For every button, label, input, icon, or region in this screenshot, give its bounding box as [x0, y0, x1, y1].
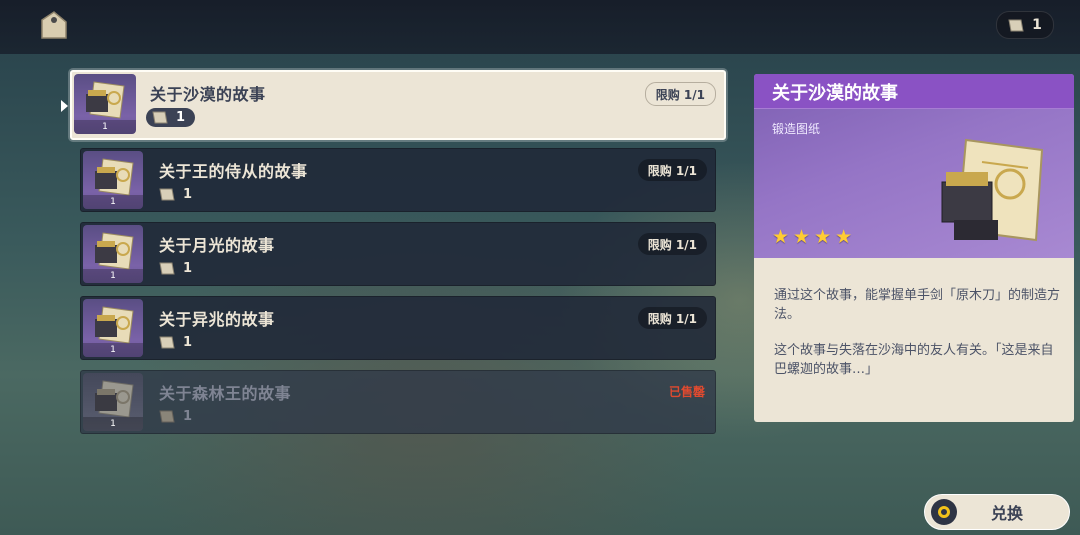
blueprint-icon — [941, 138, 1044, 242]
blueprint-icon — [95, 306, 134, 344]
item-thumbnail: 1 — [83, 151, 143, 209]
detail-title-bar: 关于沙漠的故事 — [754, 74, 1074, 109]
item-thumbnail: 1 — [83, 299, 143, 357]
item-quantity: 1 — [83, 343, 143, 357]
list-item[interactable]: 1 关于异兆的故事 1 限购 1/1 — [80, 296, 716, 360]
item-title: 关于王的侍从的故事 — [159, 162, 308, 181]
item-quantity: 1 — [74, 120, 136, 134]
paper-scroll-icon — [159, 188, 175, 201]
tag-icon — [41, 11, 67, 39]
star-icon: ★ — [793, 226, 811, 248]
purchase-limit-badge: 限购 1/1 — [637, 159, 707, 181]
detail-header: 关于沙漠的故事 锻造图纸 ★ ★ ★ ★ — [754, 74, 1074, 258]
list-item[interactable]: 1 关于沙漠的故事 1 限购 1/1 — [70, 70, 726, 140]
star-icon: ★ — [772, 226, 790, 248]
purchase-limit-badge: 限购 1/1 — [637, 233, 707, 255]
paper-scroll-icon — [159, 336, 175, 349]
paper-scroll-icon — [159, 262, 175, 275]
item-cost: 1 — [146, 108, 196, 127]
item-title: 关于沙漠的故事 — [150, 85, 266, 104]
list-item[interactable]: 1 关于月光的故事 1 限购 1/1 — [80, 222, 716, 286]
top-bar: 1 — [0, 0, 1080, 54]
currency-amount: 1 — [1032, 17, 1042, 33]
description-paragraph: 这个故事与失落在沙海中的友人有关。「这是来自巴螺迦的故事…」 — [774, 343, 1054, 377]
blueprint-icon — [95, 232, 134, 270]
item-quantity: 1 — [83, 269, 143, 283]
item-title: 关于森林王的故事 — [159, 384, 292, 403]
list-item[interactable]: 1 关于森林王的故事 1 已售罄 — [80, 370, 716, 434]
item-cost: 1 — [159, 335, 192, 350]
item-type: 锻造图纸 — [772, 122, 821, 136]
description-paragraph: 通过这个故事，能掌握单手剑「原木刀」的制造方法。 — [774, 288, 1061, 322]
item-cost: 1 — [159, 261, 192, 276]
controller-button-icon — [931, 499, 957, 525]
item-quantity: 1 — [83, 195, 143, 209]
item-thumbnail: 1 — [74, 74, 136, 134]
item-cost: 1 — [159, 187, 192, 202]
detail-title: 关于沙漠的故事 — [772, 83, 898, 104]
purchase-limit-badge: 限购 1/1 — [637, 307, 707, 329]
blueprint-icon — [86, 81, 125, 119]
selection-cursor-icon — [61, 100, 68, 112]
item-quantity: 1 — [83, 417, 143, 431]
item-thumbnail: 1 — [83, 225, 143, 283]
exchange-button[interactable]: 兑换 — [924, 494, 1070, 530]
purchase-limit-badge: 限购 1/1 — [644, 82, 716, 106]
rarity-stars: ★ ★ ★ ★ — [772, 228, 852, 247]
paper-scroll-icon — [1008, 19, 1024, 31]
item-thumbnail: 1 — [83, 373, 143, 431]
blueprint-icon — [95, 380, 134, 418]
item-title: 关于异兆的故事 — [159, 310, 275, 329]
star-icon: ★ — [835, 226, 853, 248]
list-item[interactable]: 1 关于王的侍从的故事 1 限购 1/1 — [80, 148, 716, 212]
star-icon: ★ — [814, 226, 832, 248]
item-detail-panel: 关于沙漠的故事 锻造图纸 ★ ★ ★ ★ 通过这个故事，能掌握单手剑「原木刀」的… — [754, 74, 1074, 422]
exchange-label: 兑换 — [991, 504, 1024, 523]
item-cost: 1 — [159, 409, 192, 424]
sold-out-label: 已售罄 — [668, 385, 705, 399]
item-description: 通过这个故事，能掌握单手剑「原木刀」的制造方法。 这个故事与失落在沙海中的友人有… — [774, 286, 1064, 396]
item-title: 关于月光的故事 — [159, 236, 275, 255]
paper-scroll-icon — [159, 410, 175, 423]
blueprint-icon — [95, 158, 134, 196]
currency-counter: 1 — [996, 11, 1054, 39]
paper-scroll-icon — [152, 111, 168, 124]
